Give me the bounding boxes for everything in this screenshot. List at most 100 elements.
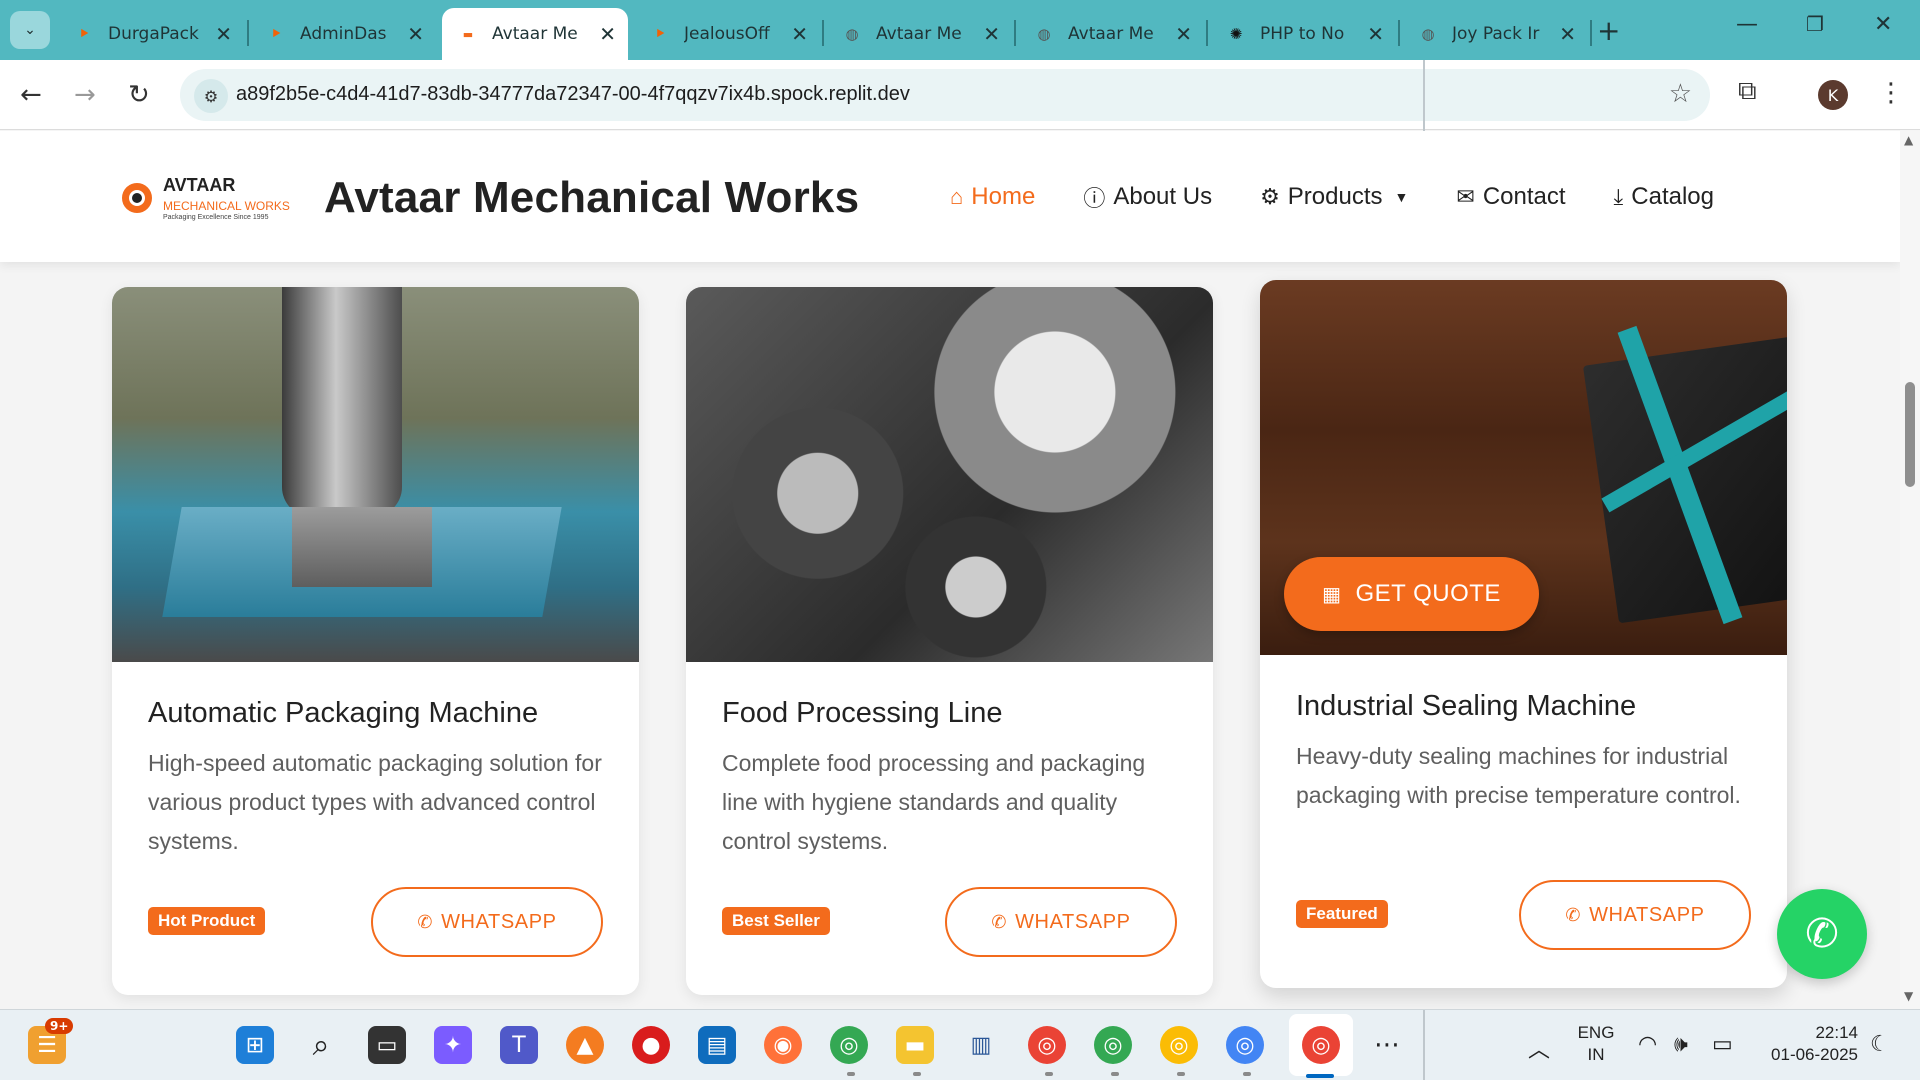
running-indicator: [913, 1072, 921, 1076]
site-info-icon[interactable]: ⚙: [194, 79, 228, 113]
windows-start-icon[interactable]: ⊞: [236, 1026, 274, 1064]
product-title: Food Processing Line: [722, 697, 1003, 729]
profile-avatar[interactable]: K: [1818, 80, 1848, 110]
card-body: Food Processing Line Complete food proce…: [722, 697, 1182, 861]
product-badge: Featured: [1296, 900, 1388, 928]
tab-search-button[interactable]: ⌄: [10, 11, 50, 49]
tab-separator: [1206, 20, 1208, 46]
bookmark-star-icon[interactable]: ☆: [1669, 79, 1692, 109]
browser-menu-icon[interactable]: ⋮: [1878, 78, 1904, 108]
product-card: Food Processing Line Complete food proce…: [686, 287, 1213, 995]
site-logo[interactable]: AVTAAR MECHANICAL WORKS Packaging Excell…: [118, 175, 293, 231]
scroll-up-arrow-icon[interactable]: ▲: [1904, 133, 1913, 147]
volume-icon[interactable]: 🕪: [1674, 1032, 1688, 1057]
url-text[interactable]: a89f2b5e-c4d4-41d7-83db-34777da72347-00-…: [236, 83, 910, 106]
replit-icon: ⯈: [77, 25, 90, 43]
forward-button[interactable]: →: [74, 80, 96, 110]
clock[interactable]: 22:14 01-06-2025: [1758, 1022, 1858, 1066]
copilot-icon[interactable]: ✦: [434, 1026, 472, 1064]
taskbar-separator: [1423, 1010, 1425, 1080]
nav-home[interactable]: ⌂ Home: [950, 183, 1035, 211]
search-icon[interactable]: ⌕: [302, 1026, 340, 1064]
whatsapp-icon: ✆: [1805, 911, 1839, 957]
reload-button[interactable]: ↻: [128, 80, 150, 110]
tab-avtaar-2[interactable]: ◍ Avtaar Me ✕: [826, 8, 1012, 60]
back-button[interactable]: ←: [20, 80, 42, 110]
chrome-profile-2-icon[interactable]: ◎: [1028, 1026, 1066, 1064]
running-indicator: [1045, 1072, 1053, 1076]
info-icon: ⓘ: [1083, 186, 1106, 211]
chevron-up-icon[interactable]: ︿: [1528, 1032, 1550, 1064]
active-indicator: [1306, 1074, 1334, 1078]
chrome-profile-5-icon[interactable]: ◎: [1226, 1026, 1264, 1064]
product-card: Automatic Packaging Machine High-speed a…: [112, 287, 639, 995]
globe-icon: ◍: [845, 25, 859, 43]
scroll-down-arrow-icon[interactable]: ▼: [1904, 989, 1913, 1003]
whatsapp-icon: ✆: [991, 911, 1008, 932]
close-icon[interactable]: ✕: [1175, 22, 1192, 46]
firefox-icon[interactable]: ◉: [764, 1026, 802, 1064]
tab-jealousoff[interactable]: ⯈ JealousOff ✕: [634, 8, 820, 60]
wifi-icon[interactable]: ◠: [1638, 1032, 1657, 1057]
microsoft-store-icon[interactable]: ▤: [698, 1026, 736, 1064]
chrome-active-icon[interactable]: ◎: [1302, 1026, 1340, 1064]
tab-durgapack[interactable]: ⯈ DurgaPack ✕: [58, 8, 244, 60]
task-view-icon[interactable]: ▭: [368, 1026, 406, 1064]
toolbar-separator: [1423, 60, 1425, 131]
close-icon[interactable]: ✕: [791, 22, 808, 46]
new-tab-button[interactable]: +: [1597, 14, 1620, 47]
close-icon[interactable]: ✕: [215, 22, 232, 46]
close-icon[interactable]: ✕: [1367, 22, 1384, 46]
scrollbar-thumb[interactable]: [1905, 382, 1915, 487]
card-body: Automatic Packaging Machine High-speed a…: [148, 697, 608, 861]
site-header: AVTAAR MECHANICAL WORKS Packaging Excell…: [0, 131, 1900, 262]
tab-separator: [247, 20, 249, 46]
whatsapp-button[interactable]: ✆ WHATSAPP: [371, 887, 603, 957]
tab-joy-pack[interactable]: ◍ Joy Pack Ir ✕: [1402, 8, 1588, 60]
more-apps-icon[interactable]: ⋯: [1368, 1026, 1406, 1064]
get-quote-button[interactable]: ▦ GET QUOTE: [1284, 557, 1539, 631]
nav-contact[interactable]: ✉ Contact: [1456, 183, 1565, 211]
tab-admindas[interactable]: ⯈ AdminDas ✕: [250, 8, 436, 60]
notifications-icon[interactable]: ☾: [1870, 1032, 1890, 1057]
tab-php-to-node[interactable]: ✺ PHP to No ✕: [1210, 8, 1396, 60]
whatsapp-button[interactable]: ✆ WHATSAPP: [1519, 880, 1751, 950]
battery-icon[interactable]: ▭: [1712, 1032, 1733, 1057]
tab-avtaar-active[interactable]: ▬ Avtaar Me ✕: [442, 8, 628, 60]
close-icon[interactable]: ✕: [599, 22, 616, 46]
chrome-profile-s-icon[interactable]: ◎: [830, 1026, 868, 1064]
nav-catalog[interactable]: ⤓ Catalog: [1614, 183, 1714, 211]
app-orange-icon[interactable]: ▲: [566, 1026, 604, 1064]
tab-avtaar-3[interactable]: ◍ Avtaar Me ✕: [1018, 8, 1204, 60]
minimize-button[interactable]: —: [1736, 12, 1758, 37]
address-bar[interactable]: ⚙ a89f2b5e-c4d4-41d7-83db-34777da72347-0…: [180, 69, 1710, 121]
product-card: ▦ GET QUOTE Industrial Sealing Machine H…: [1260, 280, 1787, 988]
nav-about-us[interactable]: ⓘ About Us: [1083, 181, 1212, 213]
teams-icon[interactable]: T: [500, 1026, 538, 1064]
close-icon[interactable]: ✕: [983, 22, 1000, 46]
close-icon[interactable]: ✕: [407, 22, 424, 46]
restore-button[interactable]: ❐: [1806, 12, 1824, 36]
chrome-profile-3-icon[interactable]: ◎: [1094, 1026, 1132, 1064]
openai-icon: ✺: [1229, 25, 1243, 43]
product-title: Industrial Sealing Machine: [1296, 690, 1637, 722]
floating-whatsapp-button[interactable]: ✆: [1777, 889, 1867, 979]
chrome-profile-4-icon[interactable]: ◎: [1160, 1026, 1198, 1064]
window-close-button[interactable]: ✕: [1874, 12, 1892, 37]
whatsapp-icon: ✆: [1565, 904, 1582, 925]
product-description: Heavy-duty sealing machines for industri…: [1296, 743, 1741, 808]
chart-app-icon[interactable]: ▥: [962, 1026, 1000, 1064]
file-explorer-icon[interactable]: ▬: [896, 1026, 934, 1064]
extensions-icon[interactable]: ⧉: [1738, 76, 1757, 107]
product-badge: Hot Product: [148, 907, 266, 935]
record-app-icon[interactable]: ●: [632, 1026, 670, 1064]
close-icon[interactable]: ✕: [1559, 22, 1576, 46]
language-indicator[interactable]: ENG IN: [1576, 1022, 1616, 1066]
gear-logo-icon: [122, 183, 152, 213]
page-scrollbar[interactable]: ▲ ▼: [1900, 131, 1920, 1009]
whatsapp-button[interactable]: ✆ WHATSAPP: [945, 887, 1177, 957]
whatsapp-icon: ✆: [417, 911, 434, 932]
tab-separator: [1398, 20, 1400, 46]
download-icon: ⤓: [1613, 184, 1624, 209]
nav-products[interactable]: ⚙ Products ▼: [1260, 183, 1408, 211]
